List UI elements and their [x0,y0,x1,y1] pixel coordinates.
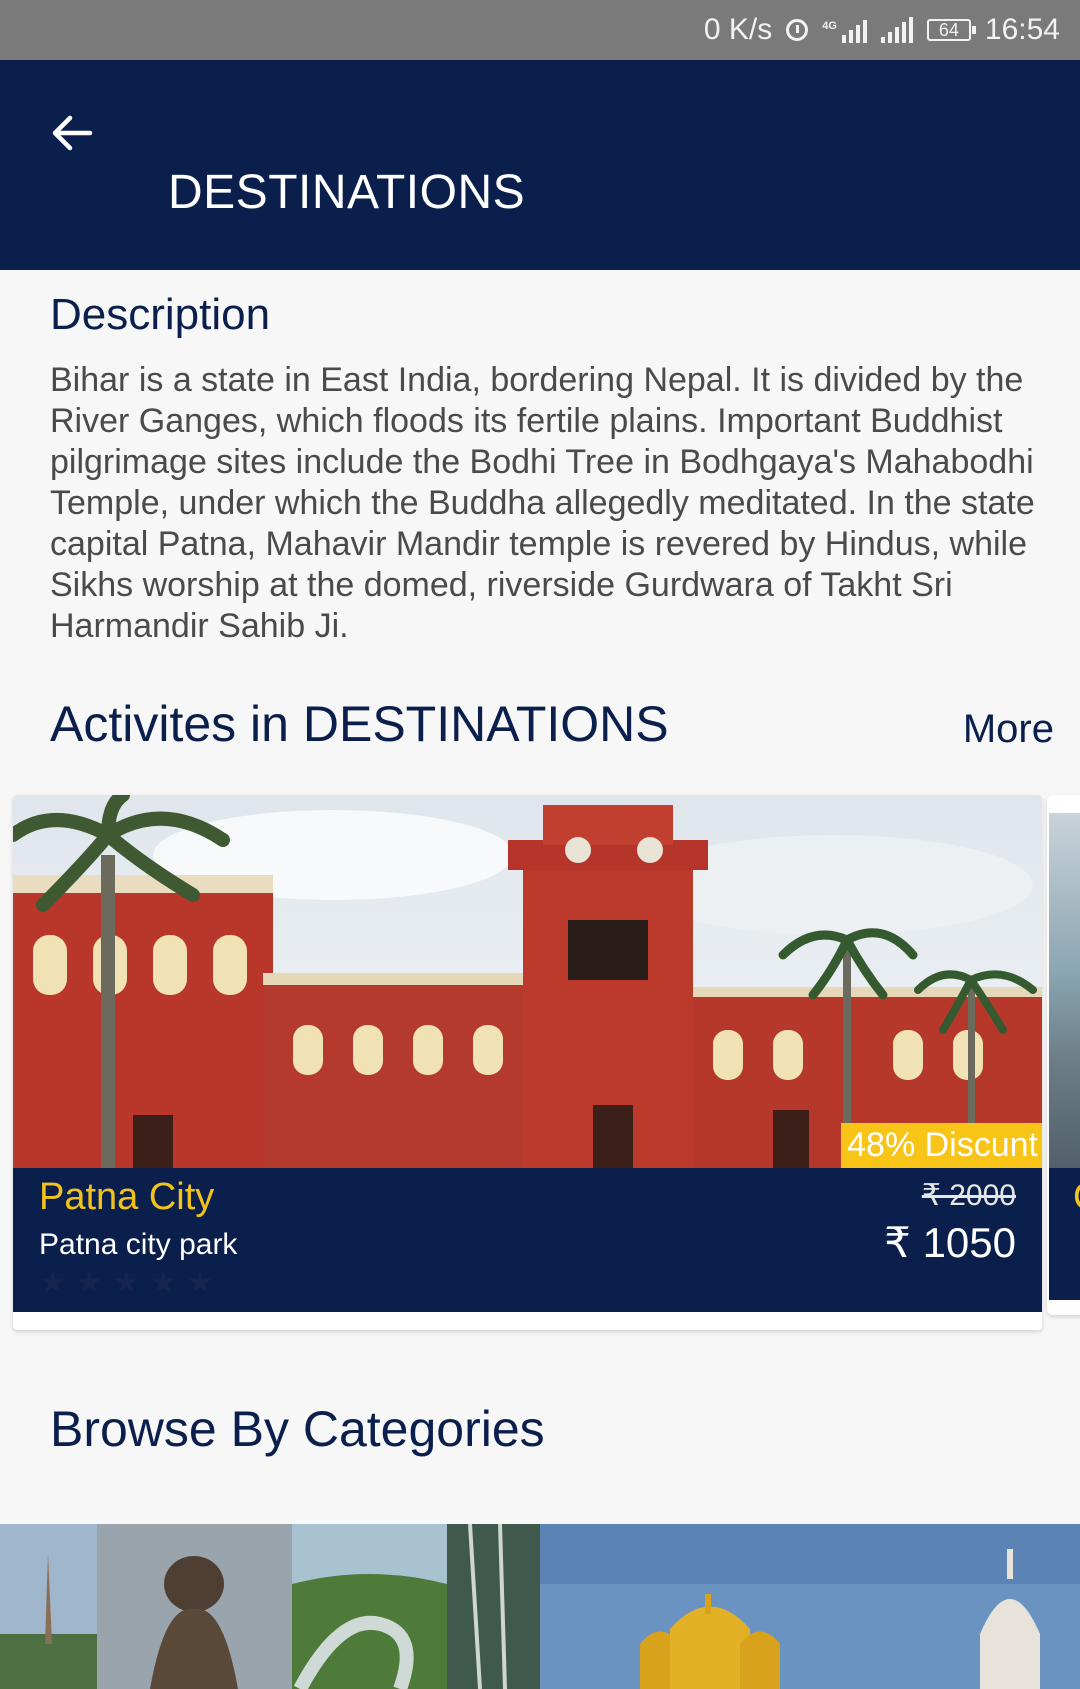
star-icon: ★ [39,1266,66,1299]
battery-level: 64 [938,19,959,40]
arrow-left-icon [52,115,93,151]
categories-heading: Browse By Categories [50,1401,545,1457]
category-tile[interactable] [540,1524,1080,1689]
activity-info: Patna City Patna city park ★ ★ ★ ★ ★ ₹ 2… [13,1168,1042,1312]
activity-card[interactable]: 48% Discunt Patna City Patna city park ★… [13,795,1042,1330]
category-strip [0,1524,1080,1689]
rating-stars: ★ ★ ★ ★ ★ [39,1268,214,1298]
signal-4g-icon: 4G [822,17,867,43]
activity-title: Patna City [39,1176,215,1218]
status-icons: 0 K/s 4G 64 16:54 [704,0,1060,60]
activities-heading: Activites in DESTINATIONS [50,696,669,752]
back-button[interactable] [44,105,100,161]
discounted-price: ₹ 1050 [884,1219,1016,1266]
next-activity-info: C [1049,1168,1080,1300]
page-title: DESTINATIONS [168,166,526,219]
network-type-label: 4G [822,20,837,32]
star-icon: ★ [149,1266,177,1299]
signal-icon [880,17,913,43]
more-link[interactable]: More [963,707,1054,752]
activity-subtitle: Patna city park [39,1228,238,1261]
network-speed: 0 K/s [703,13,773,46]
next-activity-card[interactable]: C [1047,795,1080,1315]
star-icon: ★ [75,1266,103,1299]
next-activity-image [1049,813,1080,1168]
status-bar: 0 K/s 4G 64 16:54 [0,0,1080,60]
original-price: ₹ 2000 [921,1179,1016,1212]
battery-icon: 64 [926,19,976,41]
star-icon: ★ [112,1266,140,1299]
app-bar: DESTINATIONS [0,60,1080,270]
alarm-icon [786,19,809,41]
clock: 16:54 [984,13,1060,46]
description-heading: Description [50,290,271,339]
discount-badge: 48% Discunt [841,1123,1042,1168]
description-text: Bihar is a state in East India, borderin… [50,361,1035,645]
star-icon: ★ [186,1266,214,1299]
category-tile[interactable] [0,1524,540,1689]
activity-image: 48% Discunt [13,795,1042,1168]
next-activity-title: C [1073,1176,1080,1219]
